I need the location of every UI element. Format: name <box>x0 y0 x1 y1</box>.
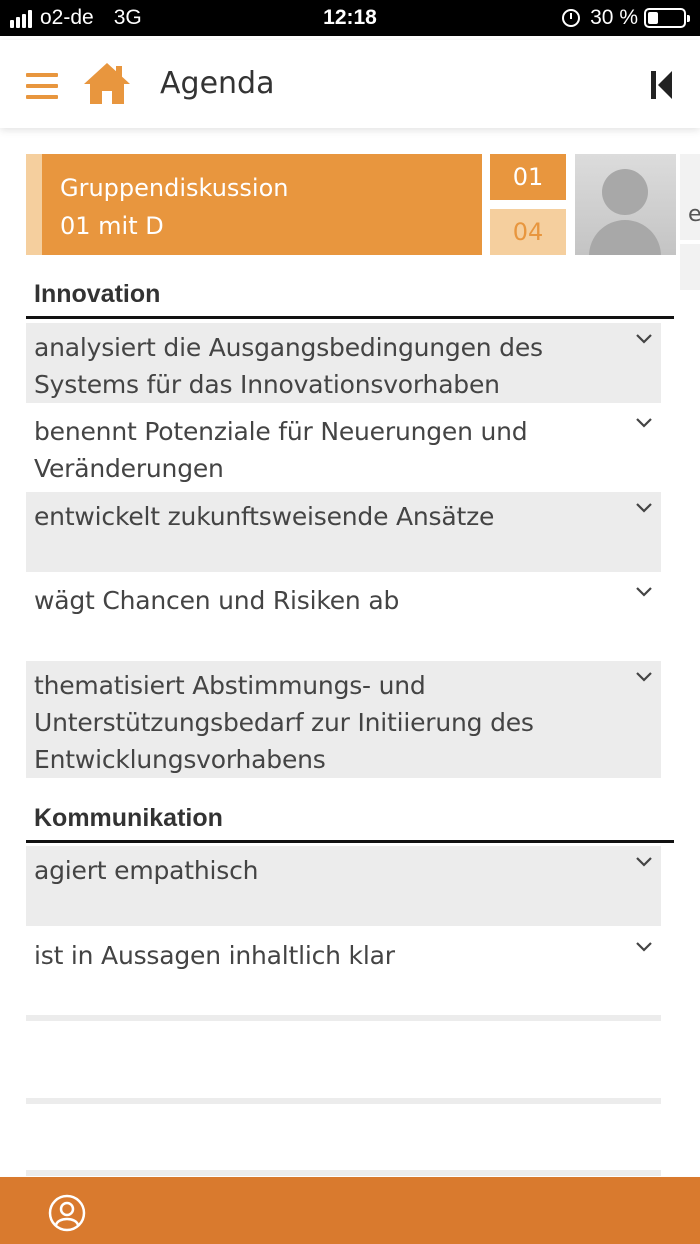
skip-back-icon[interactable] <box>650 69 674 101</box>
chevron-down-icon[interactable] <box>635 333 653 345</box>
app-header: Agenda <box>0 40 700 128</box>
participant-avatar[interactable] <box>575 154 676 255</box>
empty-row-divider <box>26 1170 661 1176</box>
criterion-text: thematisiert Abstimmungs- und Unterstütz… <box>34 671 534 774</box>
alarm-icon <box>562 9 581 27</box>
empty-row-divider <box>26 1015 661 1021</box>
battery-icon <box>644 8 690 28</box>
session-title: Gruppendiskussion <box>60 174 289 202</box>
criterion-row[interactable]: ist in Aussagen inhaltlich klar <box>26 931 661 1011</box>
criterion-row[interactable]: entwickelt zukunftsweisende Ansätze <box>26 492 661 572</box>
chevron-down-icon[interactable] <box>635 586 653 598</box>
battery-percent: 30 % <box>590 6 638 29</box>
empty-row-divider <box>26 1098 661 1104</box>
criterion-text: analysiert die Ausgangsbedingungen des S… <box>34 333 543 399</box>
section-title-innovation: Innovation <box>34 280 161 308</box>
section-divider <box>26 840 674 843</box>
criterion-row[interactable]: analysiert die Ausgangsbedingungen des S… <box>26 323 661 403</box>
criterion-row[interactable]: benennt Potenziale für Neuerungen und Ve… <box>26 407 661 487</box>
status-right: 30 % <box>562 6 690 30</box>
total-session-number: 04 <box>490 209 566 255</box>
session-card[interactable]: Gruppendiskussion 01 mit D <box>26 154 482 255</box>
status-bar: o2-de 3G 12:18 30 % <box>0 0 700 36</box>
criterion-row[interactable]: thematisiert Abstimmungs- und Unterstütz… <box>26 661 661 778</box>
current-session-number: 01 <box>490 154 566 200</box>
page-title: Agenda <box>160 66 275 101</box>
next-card-peek[interactable]: e <box>680 154 700 240</box>
chevron-down-icon[interactable] <box>635 856 653 868</box>
criterion-row[interactable]: wägt Chancen und Risiken ab <box>26 576 661 656</box>
criterion-text: entwickelt zukunftsweisende Ansätze <box>34 502 495 531</box>
criterion-text: wägt Chancen und Risiken ab <box>34 586 400 615</box>
user-circle-icon[interactable] <box>48 1194 86 1232</box>
session-subtitle: 01 mit D <box>60 212 164 240</box>
chevron-down-icon[interactable] <box>635 417 653 429</box>
chevron-down-icon[interactable] <box>635 941 653 953</box>
session-card-stripe <box>26 154 42 255</box>
chevron-down-icon[interactable] <box>635 502 653 514</box>
criterion-text: benennt Potenziale für Neuerungen und Ve… <box>34 417 528 483</box>
home-icon[interactable] <box>82 60 132 106</box>
section-title-kommunikation: Kommunikation <box>34 804 223 832</box>
next-card-peek-lower <box>680 244 700 290</box>
hamburger-menu-icon[interactable] <box>26 73 58 99</box>
criterion-text: ist in Aussagen inhaltlich klar <box>34 941 395 970</box>
next-card-peek-text: e <box>688 202 700 227</box>
chevron-down-icon[interactable] <box>635 671 653 683</box>
section-divider <box>26 316 674 319</box>
footer-bar <box>0 1177 700 1244</box>
criterion-text: agiert empathisch <box>34 856 259 885</box>
criterion-row[interactable]: agiert empathisch <box>26 846 661 926</box>
